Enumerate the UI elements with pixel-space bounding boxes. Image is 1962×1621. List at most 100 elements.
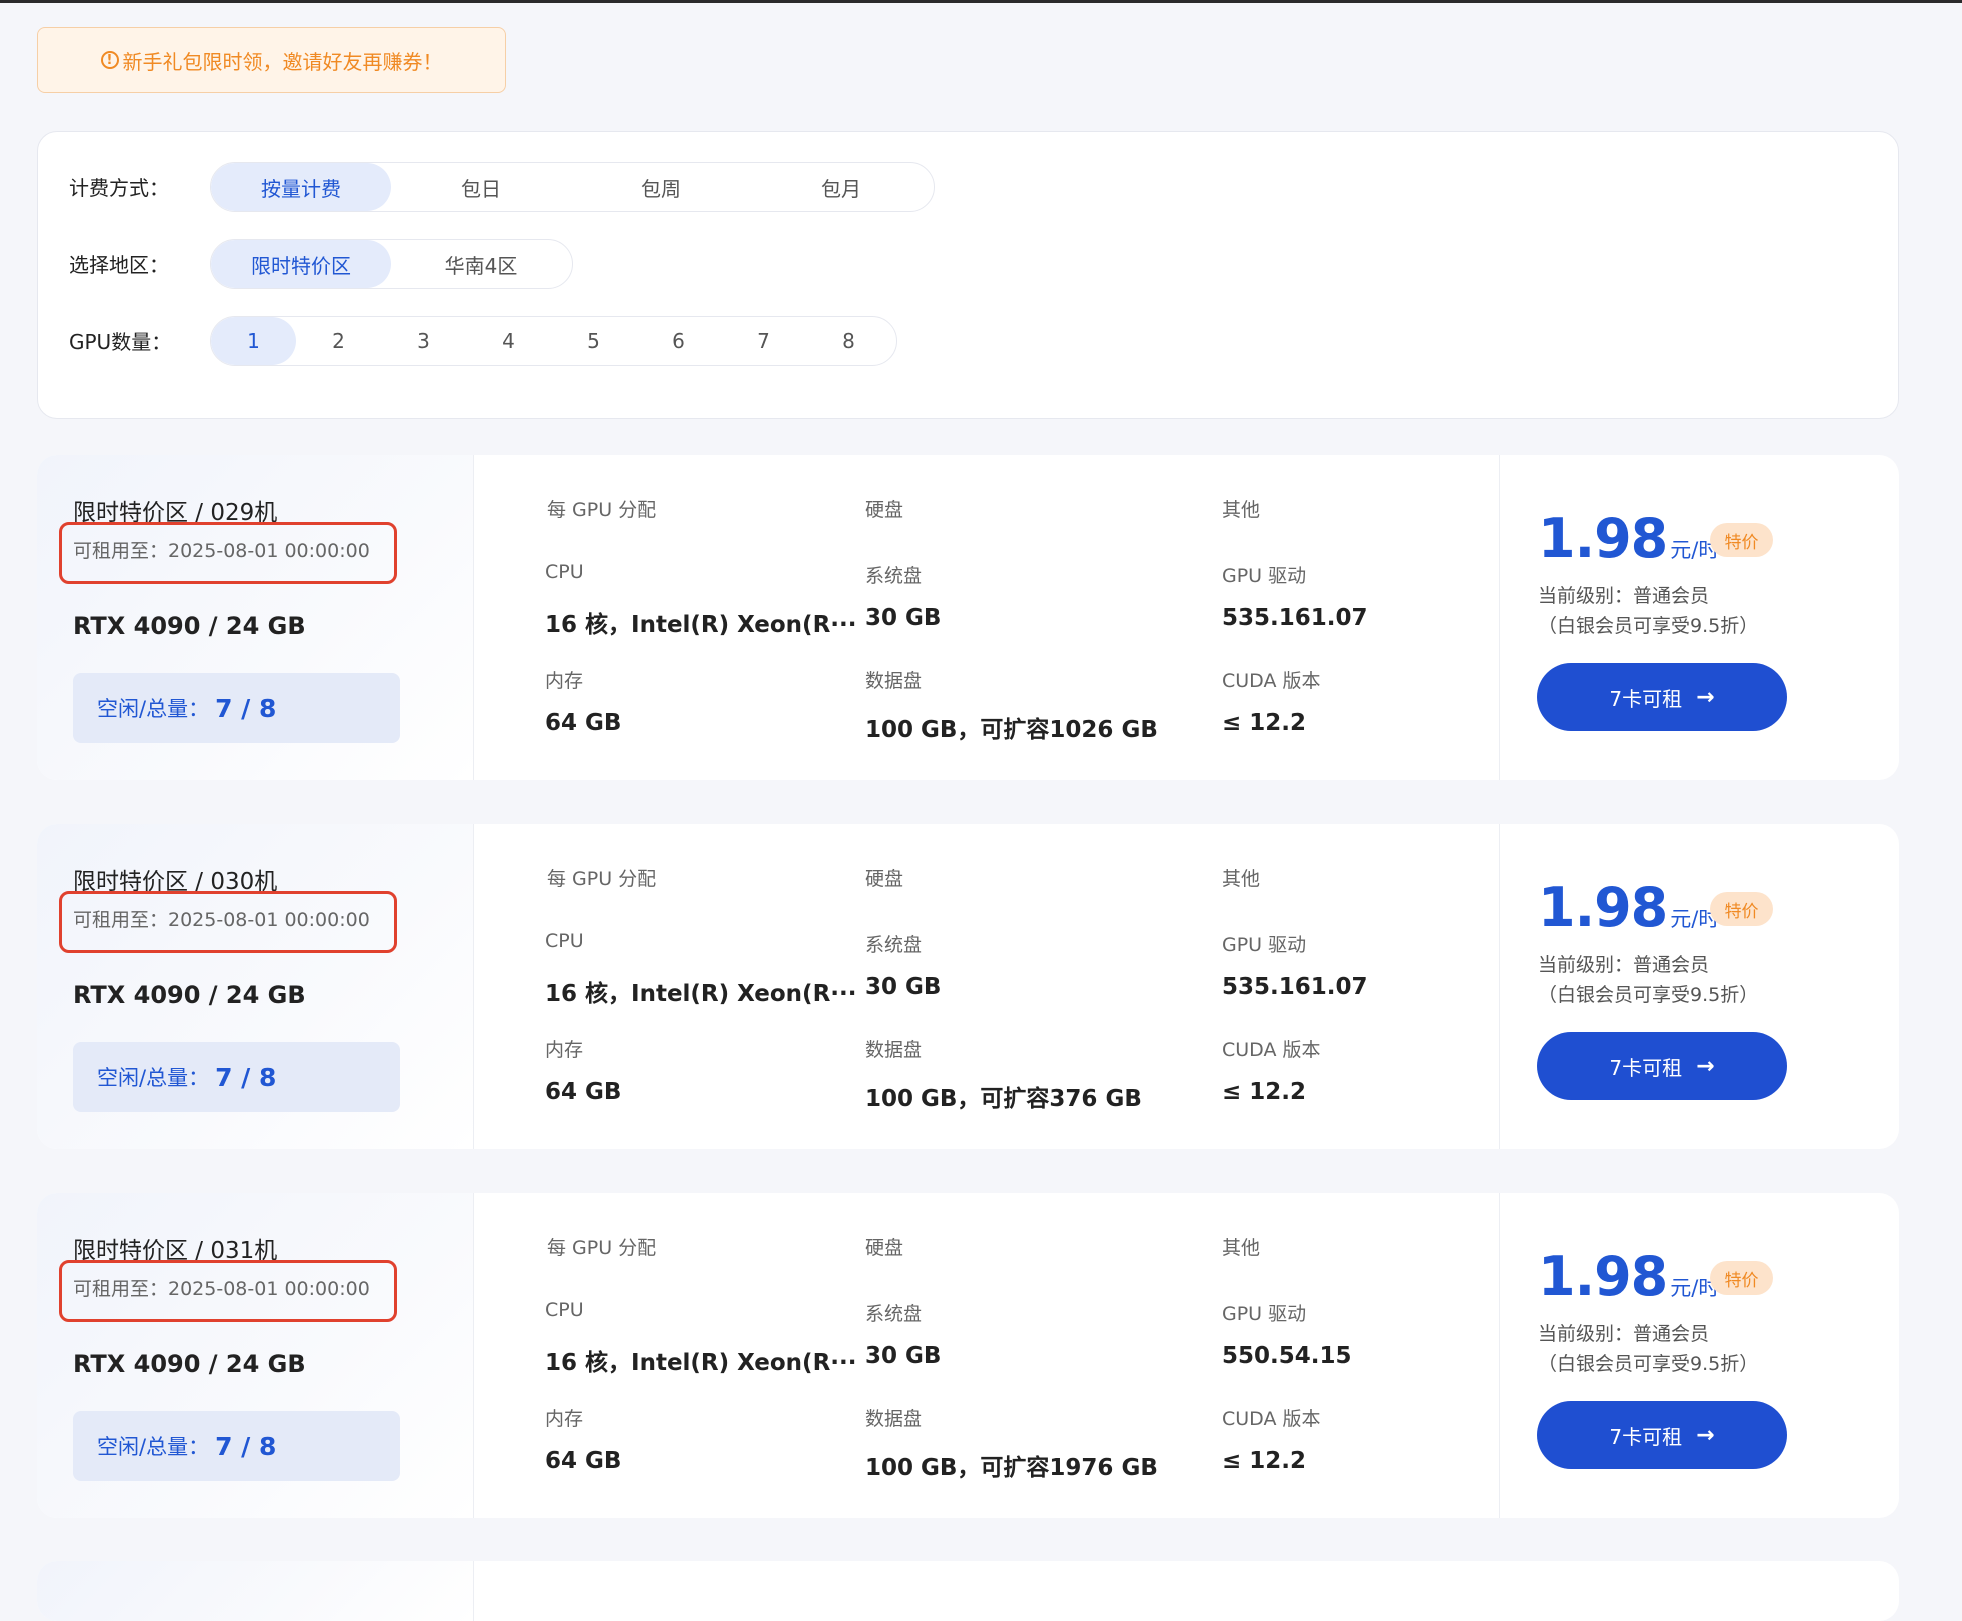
billing-option-daily[interactable]: 包日 <box>391 163 571 211</box>
special-price-badge: 特价 <box>1710 523 1773 557</box>
memory-label: 内存 <box>545 1408 584 1430</box>
memory-label: 内存 <box>545 1039 584 1061</box>
cpu-label: CPU <box>545 1299 584 1321</box>
gpu-driver-value: 535.161.07 <box>1222 605 1368 631</box>
billing-selector: 按量计费 包日 包周 包月 <box>210 162 935 212</box>
data-disk-label: 数据盘 <box>865 670 923 692</box>
other-heading: 其他 <box>1222 868 1261 890</box>
system-disk-label: 系统盘 <box>865 565 923 587</box>
member-level: 当前级别：普通会员 <box>1538 954 1710 976</box>
per-gpu-heading: 每 GPU 分配 <box>547 868 657 890</box>
disk-heading: 硬盘 <box>865 868 904 890</box>
machine-card-partial-left <box>37 1561 474 1621</box>
gpu-driver-value: 550.54.15 <box>1222 1343 1352 1369</box>
stock-count: 7 / 8 <box>215 1431 277 1461</box>
filter-panel: 计费方式： 按量计费 包日 包周 包月 选择地区： 限时特价区 华南4区 GPU… <box>37 131 1899 419</box>
cpu-label: CPU <box>545 930 584 952</box>
stock-count: 7 / 8 <box>215 693 277 723</box>
cpu-value: 16 核，Intel(R) Xeon(R··· <box>545 1350 857 1376</box>
gpu-model: RTX 4090 / 24 GB <box>73 1350 306 1378</box>
stock-label: 空闲/总量： <box>97 1435 210 1459</box>
stock-count: 7 / 8 <box>215 1062 277 1092</box>
stock-label: 空闲/总量： <box>97 1066 210 1090</box>
rent-button[interactable]: 7卡可租 → <box>1537 1401 1787 1469</box>
arrow-right-icon: → <box>1696 1053 1715 1079</box>
system-disk-value: 30 GB <box>865 974 942 1000</box>
special-price-badge: 特价 <box>1710 1261 1773 1295</box>
gpu-count-option-8[interactable]: 8 <box>806 317 891 365</box>
member-discount-note: （白银会员可享受9.5折） <box>1538 615 1759 637</box>
billing-option-pay-as-you-go[interactable]: 按量计费 <box>211 163 391 211</box>
system-disk-label: 系统盘 <box>865 1303 923 1325</box>
gpu-count-option-7[interactable]: 7 <box>721 317 806 365</box>
gpu-count-option-5[interactable]: 5 <box>551 317 636 365</box>
price-amount: 1.98 <box>1538 1245 1668 1308</box>
rent-button[interactable]: 7卡可租 → <box>1537 663 1787 731</box>
gpu-model: RTX 4090 / 24 GB <box>73 612 306 640</box>
data-disk-value: 100 GB，可扩容1976 GB <box>865 1455 1158 1481</box>
price: 1.98 元/时 <box>1538 876 1719 939</box>
billing-option-monthly[interactable]: 包月 <box>751 163 931 211</box>
member-level: 当前级别：普通会员 <box>1538 1323 1710 1345</box>
stock-badge: 空闲/总量： 7 / 8 <box>73 1411 400 1481</box>
cuda-version-value: ≤ 12.2 <box>1222 710 1307 736</box>
memory-value: 64 GB <box>545 1079 622 1105</box>
cuda-version-label: CUDA 版本 <box>1222 670 1321 692</box>
other-heading: 其他 <box>1222 499 1261 521</box>
cuda-version-label: CUDA 版本 <box>1222 1039 1321 1061</box>
billing-label: 计费方式： <box>69 176 169 200</box>
gpu-model: RTX 4090 / 24 GB <box>73 981 306 1009</box>
arrow-right-icon: → <box>1696 684 1715 710</box>
gpu-count-option-6[interactable]: 6 <box>636 317 721 365</box>
cpu-label: CPU <box>545 561 584 583</box>
price: 1.98 元/时 <box>1538 1245 1719 1308</box>
stock-badge: 空闲/总量： 7 / 8 <box>73 673 400 743</box>
cuda-version-label: CUDA 版本 <box>1222 1408 1321 1430</box>
stock-label: 空闲/总量： <box>97 697 210 721</box>
billing-option-weekly[interactable]: 包周 <box>571 163 751 211</box>
memory-value: 64 GB <box>545 1448 622 1474</box>
price: 1.98 元/时 <box>1538 507 1719 570</box>
gpu-driver-label: GPU 驱动 <box>1222 1303 1307 1325</box>
gpu-driver-label: GPU 驱动 <box>1222 934 1307 956</box>
machine-summary: 限时特价区 / 029机 可租用至：2025-08-01 00:00:00 RT… <box>37 455 474 780</box>
gpu-count-option-4[interactable]: 4 <box>466 317 551 365</box>
stock-badge: 空闲/总量： 7 / 8 <box>73 1042 400 1112</box>
gpu-driver-label: GPU 驱动 <box>1222 565 1307 587</box>
promo-notice[interactable]: ! 新手礼包限时领，邀请好友再赚券！ <box>37 27 506 93</box>
data-disk-value: 100 GB，可扩容1026 GB <box>865 717 1158 743</box>
highlight-box <box>59 1260 397 1322</box>
per-gpu-heading: 每 GPU 分配 <box>547 499 657 521</box>
rent-button-label: 7卡可租 <box>1609 1424 1683 1449</box>
cpu-value: 16 核，Intel(R) Xeon(R··· <box>545 612 857 638</box>
gpu-count-option-3[interactable]: 3 <box>381 317 466 365</box>
gpu-count-option-1[interactable]: 1 <box>211 317 296 365</box>
memory-label: 内存 <box>545 670 584 692</box>
promo-notice-text: 新手礼包限时领，邀请好友再赚券！ <box>122 49 443 74</box>
system-disk-value: 30 GB <box>865 1343 942 1369</box>
machine-summary: 限时特价区 / 030机 可租用至：2025-08-01 00:00:00 RT… <box>37 824 474 1149</box>
member-discount-note: （白银会员可享受9.5折） <box>1538 1353 1759 1375</box>
data-disk-label: 数据盘 <box>865 1408 923 1430</box>
rent-button[interactable]: 7卡可租 → <box>1537 1032 1787 1100</box>
per-gpu-heading: 每 GPU 分配 <box>547 1237 657 1259</box>
cpu-value: 16 核，Intel(R) Xeon(R··· <box>545 981 857 1007</box>
machine-card-partial <box>37 1561 1899 1621</box>
gpu-driver-value: 535.161.07 <box>1222 974 1368 1000</box>
other-heading: 其他 <box>1222 1237 1261 1259</box>
region-option-south-china-4[interactable]: 华南4区 <box>391 240 571 288</box>
memory-value: 64 GB <box>545 710 622 736</box>
machine-card-1: 限时特价区 / 029机 可租用至：2025-08-01 00:00:00 RT… <box>37 455 1899 780</box>
highlight-box <box>59 891 397 953</box>
disk-heading: 硬盘 <box>865 1237 904 1259</box>
region-option-special[interactable]: 限时特价区 <box>211 240 391 288</box>
disk-heading: 硬盘 <box>865 499 904 521</box>
machine-card-2: 限时特价区 / 030机 可租用至：2025-08-01 00:00:00 RT… <box>37 824 1899 1149</box>
data-disk-value: 100 GB，可扩容376 GB <box>865 1086 1142 1112</box>
rent-button-label: 7卡可租 <box>1609 686 1683 711</box>
gpu-count-option-2[interactable]: 2 <box>296 317 381 365</box>
cuda-version-value: ≤ 12.2 <box>1222 1448 1307 1474</box>
gpu-count-selector: 1 2 3 4 5 6 7 8 <box>210 316 897 366</box>
arrow-right-icon: → <box>1696 1422 1715 1448</box>
system-disk-label: 系统盘 <box>865 934 923 956</box>
